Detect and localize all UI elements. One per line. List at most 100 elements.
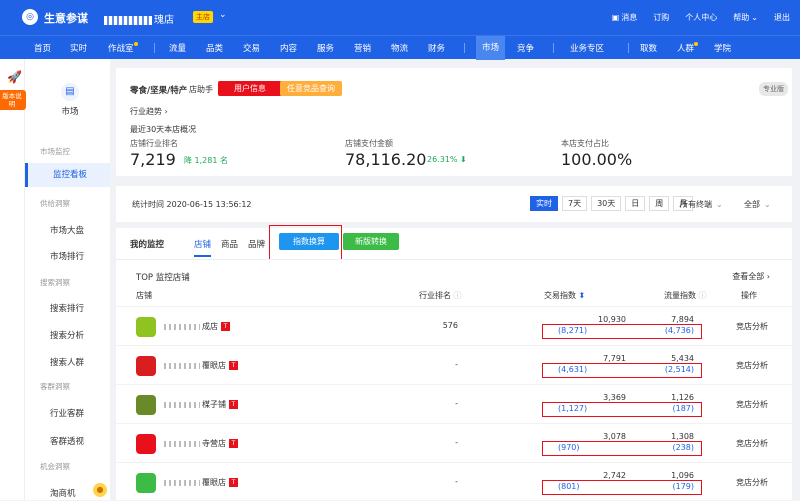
sidebar-section-title: 市场监控 xyxy=(40,147,70,156)
table-row[interactable]: 寺营店 T -3,078 (970) 1,308 (238) 竞店分析 xyxy=(116,423,792,462)
help-link[interactable]: 帮助 ⌄ xyxy=(733,12,758,23)
metric-value: 78,116.20 xyxy=(345,150,427,169)
table-row[interactable]: 楳子铺 T -3,369 (1,127) 1,126 (187) 竞店分析 xyxy=(116,384,792,423)
nav-item-service[interactable]: 服务 xyxy=(317,42,334,54)
tab-products[interactable]: 商品 xyxy=(221,238,238,250)
user-info-button[interactable]: 用户信息 xyxy=(218,81,282,96)
traffic-index: 1,308 xyxy=(671,432,694,441)
competitor-analysis-link[interactable]: 竞店分析 xyxy=(736,321,768,332)
industry-rank: - xyxy=(455,399,458,408)
highlight-box xyxy=(542,480,702,495)
industry-trend-link[interactable]: 行业趋势 › xyxy=(130,106,168,117)
nav-item-finance[interactable]: 财务 xyxy=(428,42,445,54)
column-header-traffic-index[interactable]: 流量指数 ⓘ xyxy=(664,290,707,301)
sidebar-section-title: 机会洞察 xyxy=(40,462,70,471)
list-title: TOP 监控店铺 xyxy=(136,273,190,283)
nav-item-logistics[interactable]: 物流 xyxy=(391,42,408,54)
tab-brands[interactable]: 品牌 xyxy=(248,238,265,250)
chart-icon: ▤ xyxy=(61,83,79,101)
column-header-rank[interactable]: 行业排名 ⓘ xyxy=(419,290,462,301)
shop-name[interactable]: 覆眼店 T xyxy=(164,360,238,371)
monitor-title: 我的监控 xyxy=(130,240,165,250)
nav-item-content[interactable]: 内容 xyxy=(280,42,297,54)
competitor-analysis-link[interactable]: 竞店分析 xyxy=(736,477,768,488)
metric-change: 降 1,281 名 xyxy=(184,156,228,165)
view-all-link[interactable]: 查看全部 › xyxy=(732,271,770,282)
sidebar-item-search-ranking[interactable]: 搜索排行 xyxy=(50,302,84,314)
industry-rank: 576 xyxy=(442,321,458,330)
metric-label: 店铺支付金额 xyxy=(345,139,393,148)
top-bar: ◎ 生意参谋 瑰店 主店 ⌄ ▣ 消息 订购 个人中心 帮助 ⌄ 退出 xyxy=(0,0,800,35)
masked-shop-text xyxy=(104,15,152,25)
shop-name[interactable]: 楳子铺 T xyxy=(164,399,238,410)
sidebar-item-industry-crowd[interactable]: 行业客群 xyxy=(50,407,84,419)
range-tab-week[interactable]: 周 xyxy=(649,196,670,211)
range-tab-day[interactable]: 日 xyxy=(625,196,646,211)
notification-icon[interactable]: ● xyxy=(93,483,107,497)
tab-shops[interactable]: 店铺 xyxy=(194,238,212,257)
index-convert-button[interactable]: 指数换算 xyxy=(279,233,339,250)
nav-item-crowd[interactable]: 人群 xyxy=(677,42,699,54)
nav-item-academy[interactable]: 学院 xyxy=(714,42,731,54)
table-row[interactable]: 成店 T 576 10,930 (8,271) 7,894 (4,736) 竞店分析 xyxy=(116,306,792,345)
nav-item-marketing[interactable]: 营销 xyxy=(354,42,371,54)
nav-item-traffic[interactable]: 流量 xyxy=(169,42,186,54)
shop-name[interactable]: 成店 T xyxy=(164,321,230,332)
table-row[interactable]: 覆眼店 T -7,791 (4,631) 5,434 (2,514) 竞店分析 xyxy=(116,345,792,384)
sidebar-item-market-ranking[interactable]: 市场排行 xyxy=(50,250,84,262)
shop-name[interactable]: 寺营店 T xyxy=(164,438,238,449)
table-row[interactable]: 覆眼店 T -2,742 (801) 1,096 (179) 竞店分析 xyxy=(116,462,792,501)
industry-rank: - xyxy=(455,477,458,486)
competitor-analysis-link[interactable]: 竞店分析 xyxy=(736,438,768,449)
user-center-link[interactable]: 个人中心 xyxy=(685,12,717,23)
column-header-trade-index[interactable]: 交易指数 ⬍ xyxy=(544,290,585,301)
sidebar-item-crowd-insight[interactable]: 客群透视 xyxy=(50,435,84,447)
sort-icon: ⬍ xyxy=(578,291,586,300)
nav-item-trade[interactable]: 交易 xyxy=(243,42,260,54)
competitor-query-button[interactable]: 任意竞品查询 xyxy=(280,81,342,96)
trade-index: 3,369 xyxy=(603,393,626,402)
nav-item-home[interactable]: 首页 xyxy=(34,42,51,54)
rocket-icon[interactable]: 🚀 xyxy=(7,70,22,84)
traffic-index: 1,126 xyxy=(671,393,694,402)
competitor-analysis-link[interactable]: 竞店分析 xyxy=(736,399,768,410)
competitor-analysis-link[interactable]: 竞店分析 xyxy=(736,360,768,371)
sidebar-item-opportunity[interactable]: 淘商机 xyxy=(50,487,76,499)
message-link[interactable]: ▣ 消息 xyxy=(612,12,638,23)
chevron-down-icon[interactable]: ⌄ xyxy=(219,10,227,20)
terminal-select[interactable]: 所有终端 ⌄ xyxy=(680,199,723,210)
masked-shop-text xyxy=(164,362,200,369)
shop-name[interactable]: 覆眼店 T xyxy=(164,477,238,488)
sidebar-item-monitor-board[interactable]: 监控看板 xyxy=(25,163,110,187)
nav-item-realtime[interactable]: 实时 xyxy=(70,42,87,54)
nav-item-market[interactable]: 市场 xyxy=(476,36,506,60)
range-tab-30d[interactable]: 30天 xyxy=(591,196,622,211)
scope-select[interactable]: 全部 ⌄ xyxy=(744,199,771,210)
nav-item-data-fetch[interactable]: 取数 xyxy=(640,42,657,54)
industry-rank: - xyxy=(455,360,458,369)
range-tab-realtime[interactable]: 实时 xyxy=(530,196,558,211)
sidebar-item-search-crowd[interactable]: 搜索人群 xyxy=(50,356,84,368)
masked-shop-text xyxy=(164,440,200,447)
shop-name[interactable]: 瑰店 xyxy=(104,11,174,26)
shop-avatar xyxy=(136,473,156,493)
sidebar-item-search-analysis[interactable]: 搜索分析 xyxy=(50,329,84,341)
order-link[interactable]: 订购 xyxy=(653,12,669,23)
column-header-action: 操作 xyxy=(741,291,757,300)
new-version-convert-button[interactable]: 新版转换 xyxy=(343,233,399,250)
sidebar-group-market[interactable]: ▤ 市场 xyxy=(50,83,90,117)
help-icon: ⓘ xyxy=(453,291,462,300)
version-notes-tag[interactable]: 版本说明 xyxy=(0,90,26,110)
sidebar-item-market-overview[interactable]: 市场大盘 xyxy=(50,224,84,236)
range-tab-7d[interactable]: 7天 xyxy=(562,196,588,211)
logo-icon[interactable]: ◎ xyxy=(22,9,38,25)
nav-item-business-zone[interactable]: 业务专区 xyxy=(570,42,604,54)
tmall-icon: T xyxy=(229,439,238,448)
industry-rank: - xyxy=(455,438,458,447)
metric-value: 7,219 xyxy=(130,150,176,169)
nav-item-competition[interactable]: 竞争 xyxy=(517,42,534,54)
sidebar: 🚀 版本说明 ▤ 市场 市场监控 监控看板 供给洞察 市场大盘 市场排行 搜索洞… xyxy=(0,59,110,500)
logout-link[interactable]: 退出 xyxy=(774,12,790,23)
nav-item-war-room[interactable]: 作战室 xyxy=(108,42,138,54)
nav-item-category[interactable]: 品类 xyxy=(206,42,223,54)
